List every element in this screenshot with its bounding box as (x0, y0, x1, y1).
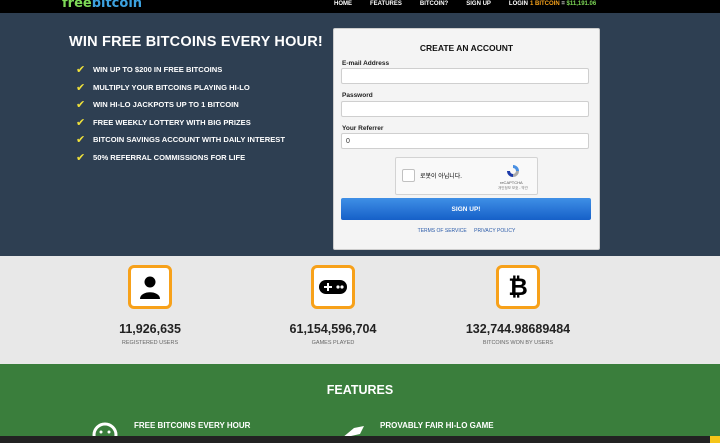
email-field[interactable] (341, 68, 589, 84)
nav-bitcoin[interactable]: BITCOIN? (420, 0, 456, 13)
features-title: FEATURES (326, 383, 394, 397)
nav-home[interactable]: HOME (334, 0, 360, 13)
stat-caption: BITCOINS WON BY USERS (482, 340, 554, 346)
signup-title: CREATE AN ACCOUNT (419, 43, 514, 53)
btc-price: 1 BITCOIN = $11,191.06 (530, 0, 596, 8)
password-field[interactable] (341, 101, 589, 117)
perk-text: BITCOIN SAVINGS ACCOUNT WITH DAILY INTER… (93, 135, 285, 145)
recaptcha-logo-icon (507, 165, 519, 177)
feature-free-bitcoins: FREE BITCOINS EVERY HOUR (134, 421, 251, 430)
stat-value: 132,744.98689484 (465, 322, 571, 336)
top-nav: freebitcoin HOME FEATURES BITCOIN? SIGN … (0, 0, 720, 13)
perks-list: ✔ WIN UP TO $200 IN FREE BITCOINS ✔ MULTIP… (76, 61, 285, 166)
perk-item: ✔ MULTIPLY YOUR BITCOINS PLAYING HI-LO (76, 79, 285, 97)
gamepad-icon (311, 265, 355, 309)
price-value: $11,191.06 (566, 1, 597, 7)
stat-games-played: 61,154,596,704 GAMES PLAYED (243, 265, 423, 346)
perk-item: ✔ WIN HI-LO JACKPOTS UP TO 1 BITCOIN (76, 96, 285, 114)
check-icon: ✔ (76, 133, 86, 147)
logo-free-text: free (62, 0, 92, 11)
perk-text: WIN HI-LO JACKPOTS UP TO 1 BITCOIN (93, 100, 239, 110)
price-prefix: 1 BITCOIN (530, 1, 560, 7)
privacy-link[interactable]: PRIVACY POLICY (474, 228, 515, 234)
stat-caption: REGISTERED USERS (121, 340, 179, 346)
user-icon (128, 265, 172, 309)
perk-text: FREE WEEKLY LOTTERY WITH BIG PRIZES (93, 117, 251, 127)
bitcoin-icon: ₿ (496, 265, 540, 309)
signup-button[interactable]: SIGN UP! (341, 198, 591, 220)
stat-bitcoins-won: ₿ 132,744.98689484 BITCOINS WON BY USERS (428, 265, 608, 346)
stat-value: 61,154,596,704 (289, 322, 377, 336)
perk-item: ✔ WIN UP TO $200 IN FREE BITCOINS (76, 61, 285, 79)
stat-caption: GAMES PLAYED (311, 340, 355, 346)
logo-bitcoin-text: bitcoin (91, 0, 143, 11)
perk-item: ✔ BITCOIN SAVINGS ACCOUNT WITH DAILY INTE… (76, 131, 285, 149)
nav-features[interactable]: FEATURES (370, 0, 410, 13)
check-icon: ✔ (76, 115, 86, 129)
stat-registered-users: 11,926,635 REGISTERED USERS (60, 265, 240, 346)
password-label: Password (342, 92, 373, 99)
bottom-bar-accent (710, 436, 720, 443)
check-icon: ✔ (76, 150, 86, 164)
recaptcha-widget: 로봇이 아닙니다. reCAPTCHA 개인정보 보호 - 약관 (395, 157, 538, 195)
terms-link[interactable]: TERMS OF SERVICE (418, 228, 467, 234)
email-label: E-mail Address (342, 60, 390, 67)
legal-links: TERMS OF SERVICE PRIVACY POLICY (334, 228, 599, 234)
perk-text: MULTIPLY YOUR BITCOINS PLAYING HI-LO (93, 82, 250, 92)
nav-menu: HOME FEATURES BITCOIN? SIGN UP LOGIN (334, 0, 546, 13)
feature-hi-lo: PROVABLY FAIR HI-LO GAME (380, 421, 494, 430)
referrer-label: Your Referrer (342, 125, 384, 132)
captcha-links[interactable]: 개인정보 보호 - 약관 (498, 186, 528, 191)
nav-signup[interactable]: SIGN UP (466, 0, 499, 13)
signup-card: CREATE AN ACCOUNT E-mail Address Passwor… (333, 28, 600, 250)
perk-text: 50% REFERRAL COMMISSIONS FOR LIFE (93, 152, 246, 162)
referrer-field[interactable] (341, 133, 589, 149)
bottom-bar (0, 436, 720, 443)
perk-item: ✔ 50% REFERRAL COMMISSIONS FOR LIFE (76, 149, 285, 167)
check-icon: ✔ (76, 80, 86, 94)
stats-section: 11,926,635 REGISTERED USERS 61,154,596,7… (0, 256, 720, 364)
hero-title: WIN FREE BITCOINS EVERY HOUR! (69, 34, 323, 50)
check-icon: ✔ (76, 98, 86, 112)
site-logo[interactable]: freebitcoin (62, 0, 142, 11)
check-icon: ✔ (76, 63, 86, 77)
captcha-brand: reCAPTCHA (500, 180, 523, 185)
features-section: FEATURES FREE BITCOINS EVERY HOUR PROVAB… (0, 364, 720, 443)
stat-value: 11,926,635 (119, 322, 181, 336)
perk-text: WIN UP TO $200 IN FREE BITCOINS (93, 65, 223, 75)
price-equals: = (559, 1, 567, 7)
captcha-checkbox[interactable] (402, 169, 415, 182)
captcha-label: 로봇이 아닙니다. (420, 174, 462, 180)
perk-item: ✔ FREE WEEKLY LOTTERY WITH BIG PRIZES (76, 114, 285, 132)
